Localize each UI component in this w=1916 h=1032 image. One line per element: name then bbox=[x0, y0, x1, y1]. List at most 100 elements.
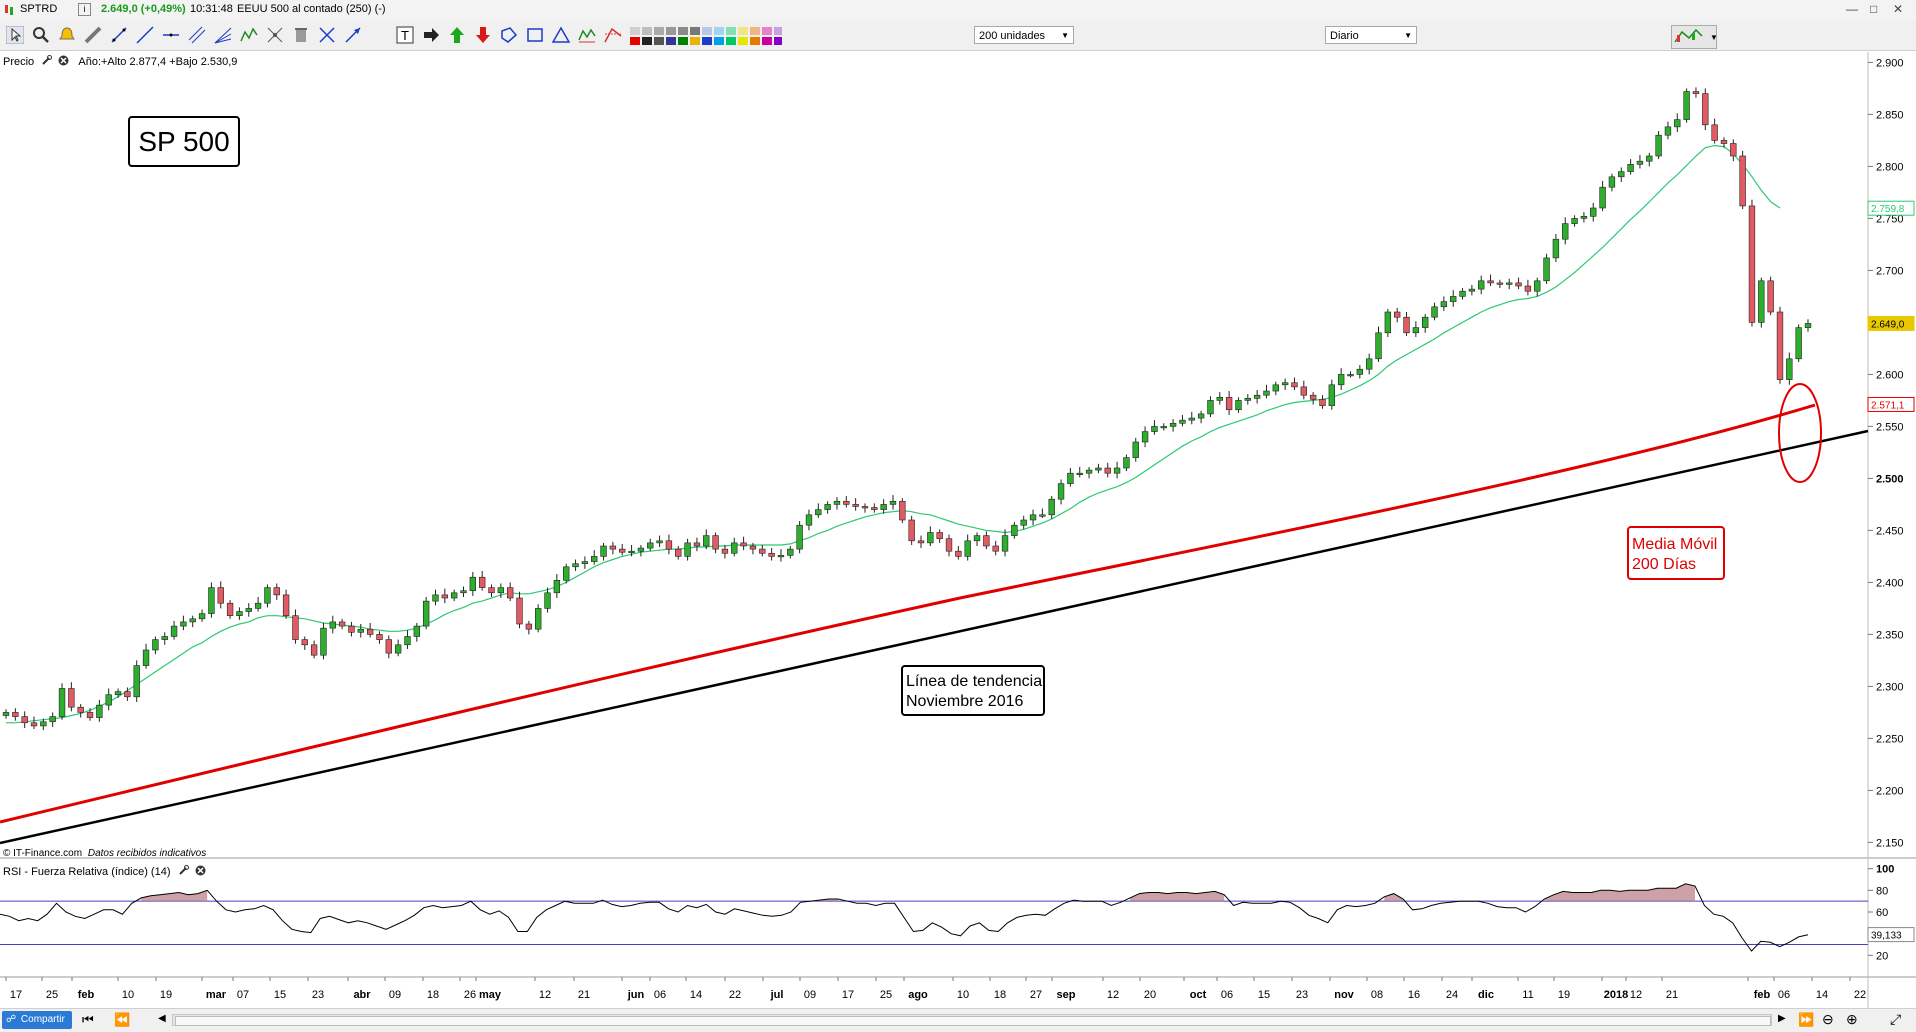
candle-body bbox=[404, 636, 411, 646]
candle-body bbox=[1459, 290, 1466, 297]
scroll-back-icon[interactable]: ⏪ bbox=[114, 1012, 130, 1028]
x-tick-label: abr bbox=[353, 989, 371, 1001]
candle-body bbox=[1478, 280, 1485, 290]
text-tool-icon[interactable]: T bbox=[396, 26, 414, 44]
arrow-up-icon[interactable] bbox=[448, 26, 466, 44]
zoom-icon[interactable] bbox=[32, 26, 50, 44]
close-panel-icon[interactable] bbox=[195, 865, 206, 876]
candle-body bbox=[1095, 467, 1102, 471]
scrollbar-thumb[interactable] bbox=[175, 1016, 1771, 1026]
x-tick-label: 25 bbox=[880, 989, 892, 1001]
title-bar: SPTRD i 2.649,0 (+0,49%) 10:31:48 EEUU 5… bbox=[0, 0, 1916, 21]
candle-body bbox=[1674, 119, 1681, 128]
maximize-icon[interactable]: □ bbox=[1870, 2, 1877, 16]
candle-body bbox=[1048, 498, 1055, 516]
candle-body bbox=[1337, 374, 1345, 386]
arrow-right-icon[interactable] bbox=[422, 26, 440, 44]
annotation-line: Noviembre 2016 bbox=[906, 693, 1024, 710]
candle-body bbox=[1748, 205, 1756, 323]
candle-body bbox=[1534, 280, 1541, 292]
horizontal-scrollbar[interactable] bbox=[172, 1014, 1772, 1026]
ray-tool-icon[interactable] bbox=[136, 26, 154, 44]
candle-body bbox=[96, 704, 103, 718]
arrow-down-icon[interactable] bbox=[474, 26, 492, 44]
candle-body bbox=[180, 621, 187, 627]
trendline-note: Línea de tendencia Noviembre 2016 bbox=[901, 665, 1045, 716]
alert-icon[interactable] bbox=[58, 26, 76, 44]
scroll-start-icon[interactable]: ⏮ bbox=[82, 1012, 94, 1028]
rsi-label-text: 39,133 bbox=[1871, 931, 1902, 942]
x-tick-label: dic bbox=[1478, 989, 1494, 1001]
x-tick-label: jul bbox=[770, 989, 784, 1001]
candle-body bbox=[1758, 280, 1765, 323]
fibonacci-tool-icon[interactable] bbox=[604, 26, 622, 44]
scroll-right-icon[interactable]: ▶ bbox=[1778, 1013, 1786, 1024]
pointer-icon[interactable] bbox=[5, 25, 25, 45]
close-panel-icon[interactable] bbox=[58, 55, 69, 66]
rectangle-tool-icon[interactable] bbox=[526, 26, 544, 44]
channel-tool-icon[interactable] bbox=[188, 26, 206, 44]
candle-body bbox=[1711, 124, 1718, 141]
cross-tool-icon[interactable] bbox=[318, 26, 336, 44]
candle-body bbox=[1179, 419, 1186, 424]
candle-body bbox=[413, 625, 420, 637]
price-tick-label: 2.850 bbox=[1876, 109, 1904, 121]
fit-icon[interactable]: ⤢ bbox=[1890, 1011, 1901, 1028]
candle-body bbox=[675, 548, 682, 557]
candle-body bbox=[852, 504, 859, 507]
zoom-out-icon[interactable]: ⊖ bbox=[1822, 1011, 1834, 1028]
zoom-in-icon[interactable]: ⊕ bbox=[1846, 1011, 1858, 1028]
horizontal-line-icon[interactable] bbox=[162, 26, 180, 44]
candle-body bbox=[1767, 280, 1774, 313]
last-change: 2.649,0 (+0,49%) bbox=[101, 3, 186, 15]
x-tick-label: 06 bbox=[654, 989, 666, 1001]
pitchfork-icon[interactable] bbox=[266, 26, 284, 44]
candle-body bbox=[58, 688, 66, 717]
period-select-value: Diario bbox=[1330, 30, 1359, 42]
x-tick-label: 10 bbox=[957, 989, 969, 1001]
color-palette[interactable] bbox=[630, 27, 782, 45]
units-select[interactable]: 200 unidades ▼ bbox=[974, 26, 1074, 44]
candle-body bbox=[665, 540, 673, 550]
ruler-icon[interactable] bbox=[84, 26, 102, 44]
scroll-left-icon[interactable]: ◀ bbox=[158, 1013, 166, 1024]
price-panel-label: Precio bbox=[3, 56, 35, 68]
price-tick-label: 2.400 bbox=[1876, 577, 1904, 589]
minimize-icon[interactable]: — bbox=[1846, 2, 1858, 16]
candle-body bbox=[647, 542, 654, 549]
candle-body bbox=[1496, 282, 1504, 285]
window-icon bbox=[4, 3, 14, 16]
credit-line: © IT-Finance.com Datos recibidos indicat… bbox=[3, 848, 206, 859]
candle-body bbox=[301, 639, 308, 646]
candle-body bbox=[1804, 323, 1812, 328]
price-label-text: 2.759,8 bbox=[1871, 204, 1905, 215]
candle-body bbox=[1655, 134, 1662, 157]
candle-body bbox=[273, 587, 280, 596]
info-icon[interactable]: i bbox=[78, 3, 91, 16]
ellipse-tool-icon[interactable] bbox=[500, 26, 518, 44]
candle-body bbox=[1188, 417, 1195, 421]
price-tick-label: 2.900 bbox=[1876, 57, 1904, 69]
x-tick-label: feb bbox=[78, 989, 95, 1001]
wrench-icon[interactable] bbox=[41, 55, 53, 66]
delete-drawings-icon[interactable] bbox=[292, 26, 310, 44]
share-button[interactable]: ☍ Compartir bbox=[2, 1011, 72, 1029]
wrench-icon[interactable] bbox=[178, 865, 189, 876]
candle-body bbox=[394, 644, 402, 654]
trend-arrow-icon[interactable] bbox=[344, 26, 362, 44]
wave-tool-icon[interactable] bbox=[578, 26, 596, 44]
price-tick-label: 2.250 bbox=[1876, 733, 1904, 745]
chart-type-icon[interactable]: ▼ bbox=[1671, 25, 1718, 49]
scroll-forward-icon[interactable]: ⏩ bbox=[1798, 1012, 1814, 1028]
close-icon[interactable]: ✕ bbox=[1893, 2, 1903, 16]
line-tool-icon[interactable] bbox=[110, 26, 128, 44]
fan-tool-icon[interactable] bbox=[214, 26, 232, 44]
period-select[interactable]: Diario ▼ bbox=[1325, 26, 1417, 44]
candle-body bbox=[12, 712, 19, 717]
candle-body bbox=[1403, 316, 1410, 334]
triangle-tool-icon[interactable] bbox=[551, 26, 571, 44]
x-tick-label: 07 bbox=[237, 989, 249, 1001]
candle-body bbox=[236, 611, 243, 616]
zigzag-tool-icon[interactable] bbox=[240, 26, 258, 44]
candle-body bbox=[1394, 311, 1401, 318]
